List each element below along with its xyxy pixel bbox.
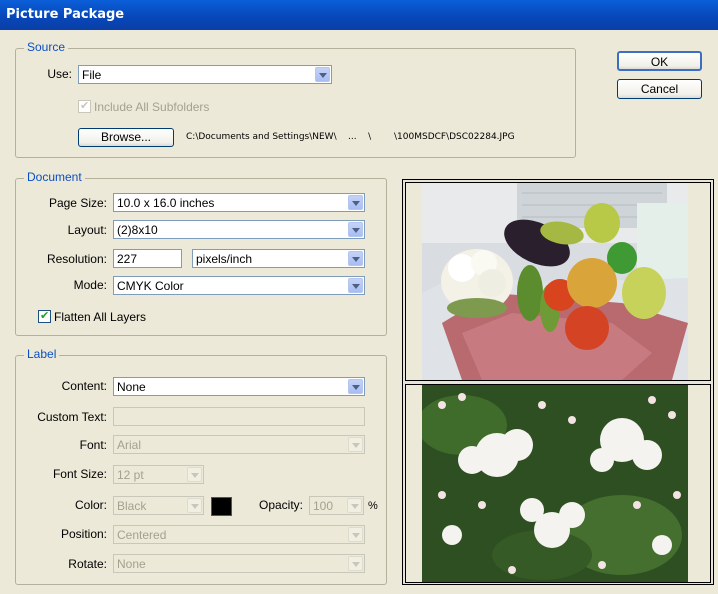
color-dropdown[interactable]: Black <box>113 496 204 515</box>
title-bar: Picture Package <box>0 0 718 30</box>
flatten-layers-checkbox[interactable]: ✔ <box>38 310 51 323</box>
chevron-down-icon[interactable] <box>348 527 363 542</box>
page-size-label: Page Size: <box>48 196 107 210</box>
label-legend: Label <box>24 347 60 361</box>
use-value: File <box>82 68 102 82</box>
document-legend: Document <box>24 170 85 184</box>
content-label: Content: <box>61 379 107 393</box>
chevron-down-icon[interactable] <box>315 67 330 82</box>
white-flowers-photo <box>422 385 688 582</box>
browse-button[interactable]: Browse... <box>78 128 174 147</box>
color-swatch[interactable] <box>211 497 232 516</box>
chevron-right-icon[interactable] <box>347 498 362 513</box>
content-value: None <box>117 380 146 394</box>
opacity-unit: % <box>368 500 378 512</box>
font-size-dropdown[interactable]: 12 pt <box>113 465 204 484</box>
page-size-dropdown[interactable]: 10.0 x 16.0 inches <box>113 193 365 212</box>
include-subfolders-label: Include All Subfolders <box>94 100 210 114</box>
color-label: Color: <box>74 498 107 512</box>
chevron-down-icon[interactable] <box>348 437 363 452</box>
opacity-label: Opacity: <box>258 498 303 512</box>
chevron-down-icon[interactable] <box>348 379 363 394</box>
checkmark-icon: ✔ <box>40 310 50 322</box>
page-size-value: 10.0 x 16.0 inches <box>117 196 215 210</box>
chevron-down-icon[interactable] <box>348 195 363 210</box>
custom-text-input[interactable] <box>113 407 365 426</box>
resolution-label: Resolution: <box>46 252 107 266</box>
resolution-value: 227 <box>117 252 138 266</box>
font-dropdown[interactable]: Arial <box>113 435 365 454</box>
layout-preview[interactable] <box>402 179 714 585</box>
font-label: Font: <box>79 438 107 452</box>
preview-cell-bottom[interactable] <box>405 384 711 583</box>
vegetables-photo <box>422 183 688 380</box>
window-title: Picture Package <box>6 7 125 22</box>
checkmark-icon: ✔ <box>80 100 90 112</box>
custom-text-label: Custom Text: <box>37 410 107 424</box>
use-label: Use: <box>47 67 72 81</box>
resolution-unit-dropdown[interactable]: pixels/inch <box>192 249 365 268</box>
position-dropdown[interactable]: Centered <box>113 525 365 544</box>
mode-label: Mode: <box>73 278 107 292</box>
opacity-value: 100 <box>313 499 334 513</box>
use-dropdown[interactable]: File <box>78 65 332 84</box>
include-subfolders-checkbox[interactable]: ✔ <box>78 100 91 113</box>
chevron-down-icon[interactable] <box>187 498 202 513</box>
cancel-button[interactable]: Cancel <box>617 79 702 99</box>
content-dropdown[interactable]: None <box>113 377 365 396</box>
rotate-label: Rotate: <box>68 557 107 571</box>
layout-dropdown[interactable]: (2)8x10 <box>113 220 365 239</box>
position-label: Position: <box>60 527 107 541</box>
layout-label: Layout: <box>67 223 107 237</box>
chevron-down-icon[interactable] <box>348 278 363 293</box>
file-path-text: C:\Documents and Settings\NEW\ ... \ \10… <box>186 132 515 142</box>
font-size-value: 12 pt <box>117 468 144 482</box>
chevron-down-icon[interactable] <box>348 251 363 266</box>
font-value: Arial <box>117 438 142 452</box>
chevron-down-icon[interactable] <box>348 556 363 571</box>
preview-cell-top[interactable] <box>405 182 711 381</box>
chevron-down-icon[interactable] <box>348 222 363 237</box>
rotate-value: None <box>117 557 146 571</box>
chevron-down-icon[interactable] <box>187 467 202 482</box>
font-size-label: Font Size: <box>52 467 107 481</box>
mode-value: CMYK Color <box>117 279 184 293</box>
color-value: Black <box>117 499 147 513</box>
position-value: Centered <box>117 528 167 542</box>
ok-button[interactable]: OK <box>617 51 702 71</box>
layout-value: (2)8x10 <box>117 223 158 237</box>
mode-dropdown[interactable]: CMYK Color <box>113 276 365 295</box>
resolution-unit-value: pixels/inch <box>196 252 253 266</box>
rotate-dropdown[interactable]: None <box>113 554 365 573</box>
source-legend: Source <box>24 40 69 54</box>
opacity-field[interactable]: 100 <box>309 496 364 515</box>
flatten-layers-label: Flatten All Layers <box>54 310 147 324</box>
resolution-input[interactable]: 227 <box>113 249 182 268</box>
